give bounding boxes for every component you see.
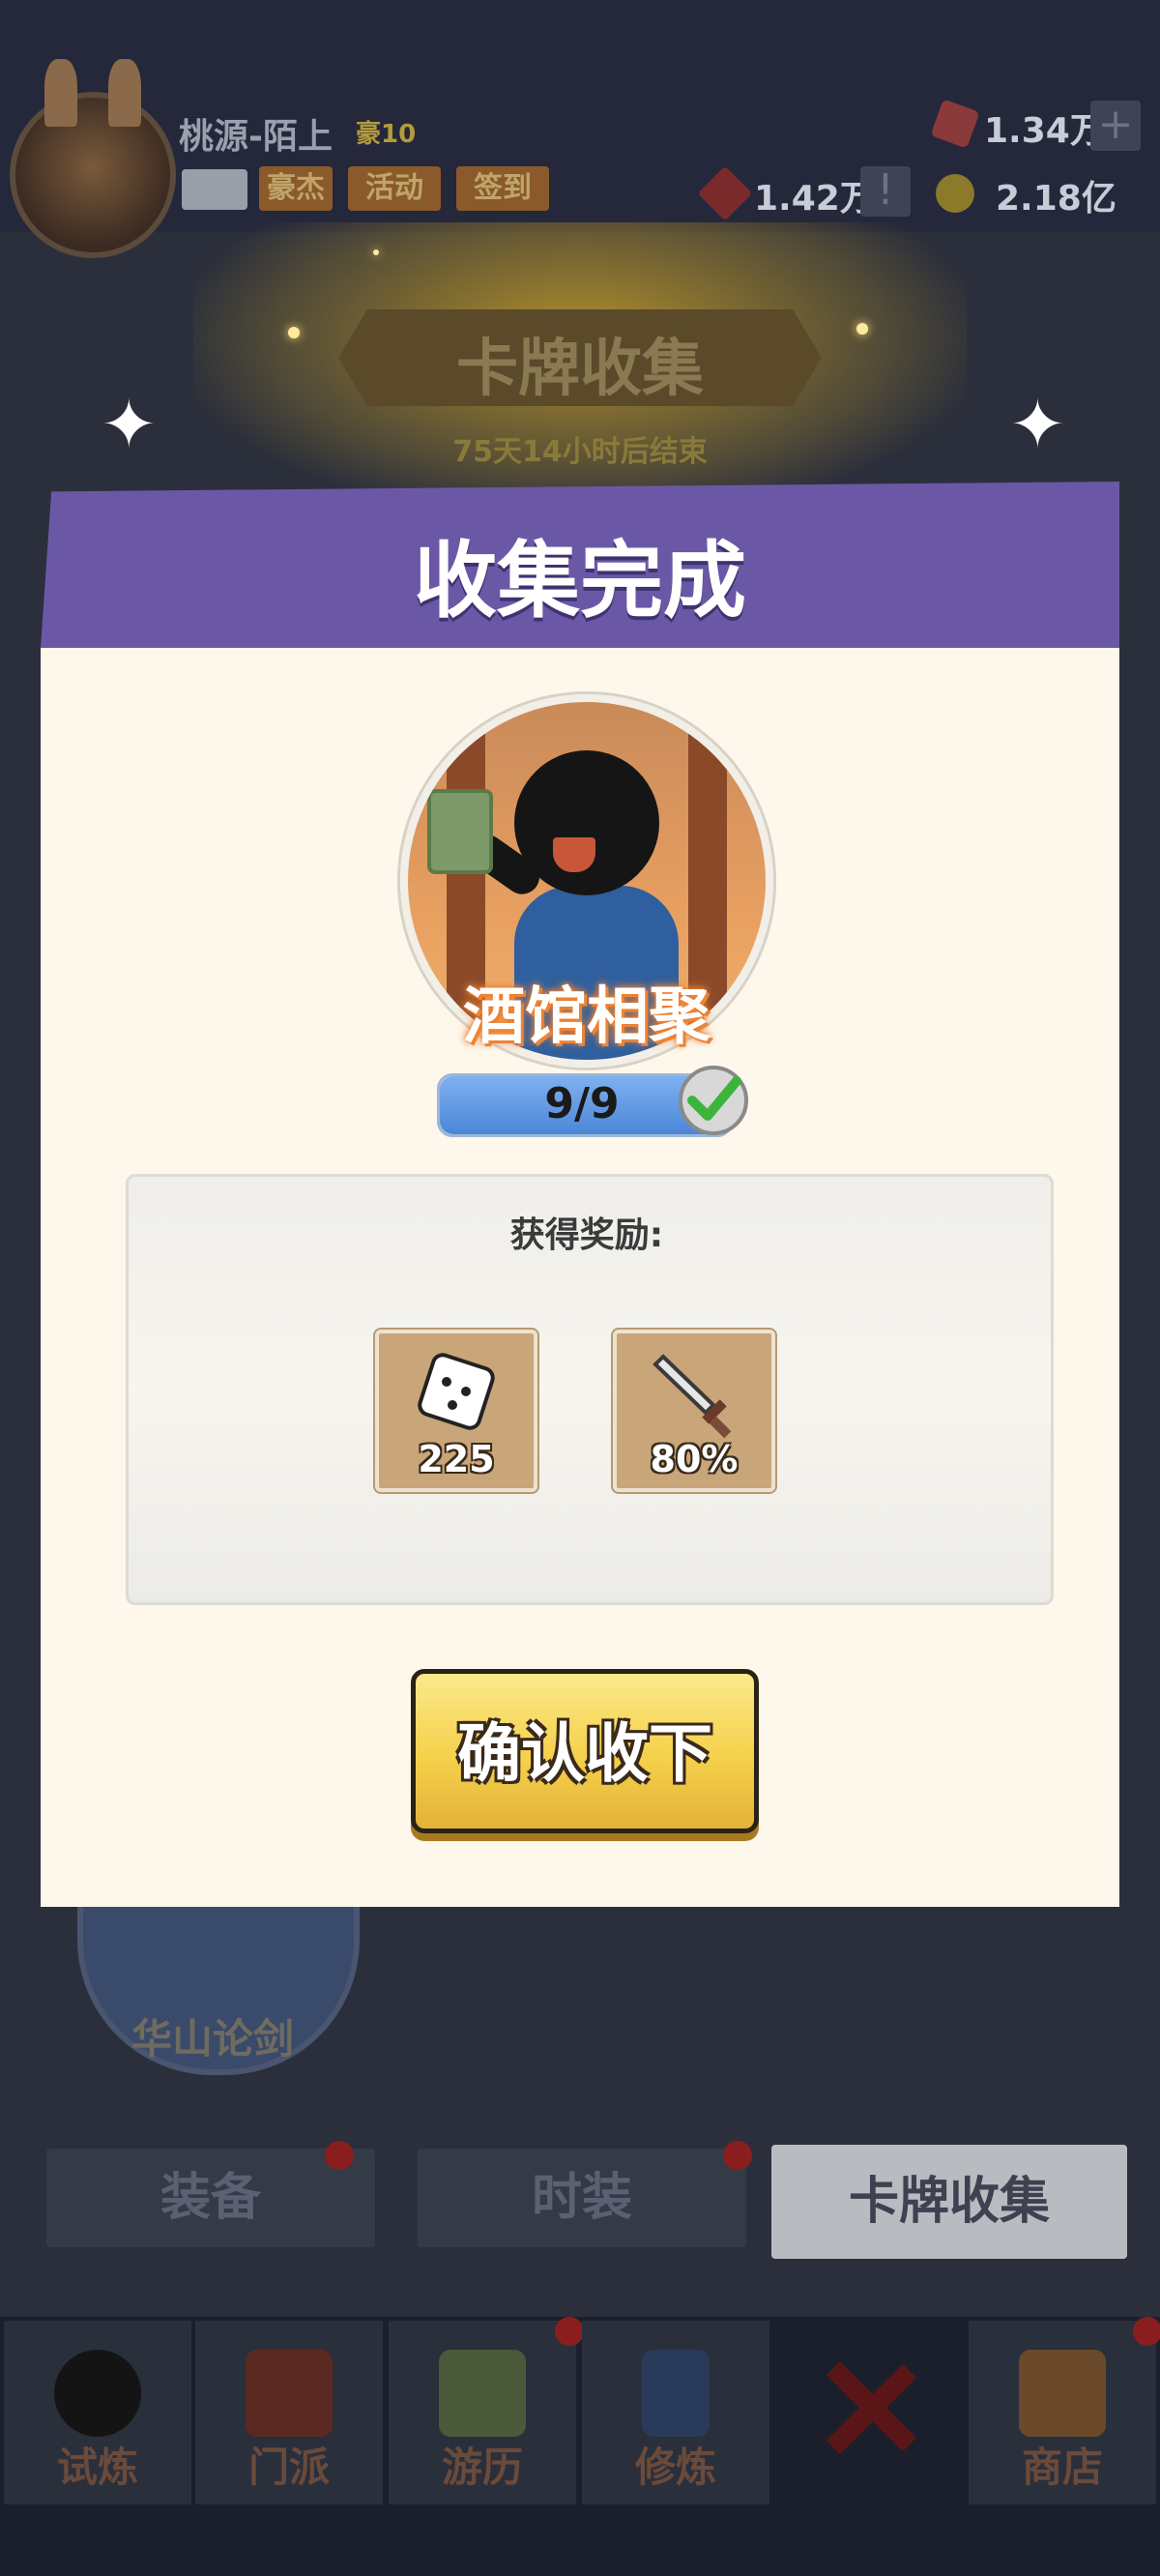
cup-icon: [427, 789, 493, 874]
nav-label: 试炼: [56, 2444, 138, 2491]
player-name: 桃源-陌上: [179, 117, 333, 157]
nav-trial[interactable]: 试炼: [4, 2321, 191, 2504]
nav-label: 商店: [1021, 2444, 1103, 2491]
reward-item-dice[interactable]: 225: [375, 1330, 537, 1492]
subtab-card-collection[interactable]: 卡牌收集: [771, 2145, 1127, 2259]
nav-shop[interactable]: 商店: [969, 2321, 1156, 2504]
nav-label: 游历: [441, 2444, 523, 2491]
nav-label: 修炼: [634, 2444, 716, 2491]
coin-icon: [936, 174, 974, 213]
nav-label: 门派: [247, 2444, 330, 2491]
mail-icon[interactable]: [182, 169, 247, 210]
tag-button-checkin[interactable]: 签到: [456, 166, 549, 211]
notification-dot: [555, 2317, 584, 2346]
info-button[interactable]: !: [860, 166, 911, 217]
sparkle-icon: [856, 323, 868, 335]
nav-travel[interactable]: 游历: [389, 2321, 576, 2504]
book-icon: [642, 2350, 710, 2437]
notification-dot: [325, 2141, 354, 2170]
reward-value: 80%: [650, 1438, 739, 1480]
notification-dot: [1133, 2317, 1160, 2346]
sword-icon: [646, 1347, 742, 1444]
avatar[interactable]: [10, 59, 176, 258]
nav-sect[interactable]: 门派: [195, 2321, 383, 2504]
character-head: [514, 750, 659, 895]
card-name: 酒馆相聚: [463, 981, 710, 1053]
crossed-swords-icon[interactable]: [812, 2350, 928, 2466]
character-mouth: [553, 837, 595, 872]
reward-item-sword[interactable]: 80%: [613, 1330, 775, 1492]
vip-badge: 豪10: [356, 120, 417, 149]
star-icon: ✦: [101, 385, 158, 464]
reward-title: 获得奖励:: [509, 1215, 664, 1255]
subtab-fashion[interactable]: 时装: [418, 2149, 746, 2247]
coins-value: 2.18亿: [996, 179, 1116, 219]
confirm-button-label: 确认收下: [457, 1716, 712, 1791]
check-icon: [677, 1064, 750, 1137]
sparkle-icon: [373, 249, 379, 255]
tag-button-hero[interactable]: 豪杰: [259, 166, 333, 211]
tokens-value: 1.42万: [754, 179, 875, 219]
tag-button-event[interactable]: 活动: [348, 166, 441, 211]
event-title: 卡牌收集: [456, 334, 704, 405]
ninja-icon: [54, 2350, 141, 2437]
dice-icon: [418, 1353, 495, 1430]
subtab-equipment[interactable]: 装备: [46, 2149, 375, 2247]
notification-dot: [723, 2141, 752, 2170]
sparkle-icon: [288, 327, 300, 338]
gems-value: 1.34万: [984, 111, 1105, 151]
background-card-label: 华山论剑: [130, 2015, 294, 2063]
landscape-icon: [439, 2350, 526, 2437]
shop-icon: [1019, 2350, 1106, 2437]
event-countdown: 75天14小时后结束: [452, 435, 708, 469]
temple-icon: [246, 2350, 333, 2437]
add-gems-button[interactable]: +: [1090, 101, 1141, 151]
nav-cultivate[interactable]: 修炼: [582, 2321, 769, 2504]
reward-value: 225: [418, 1438, 495, 1480]
modal-title: 收集完成: [414, 533, 746, 629]
star-icon: ✦: [1009, 385, 1066, 464]
